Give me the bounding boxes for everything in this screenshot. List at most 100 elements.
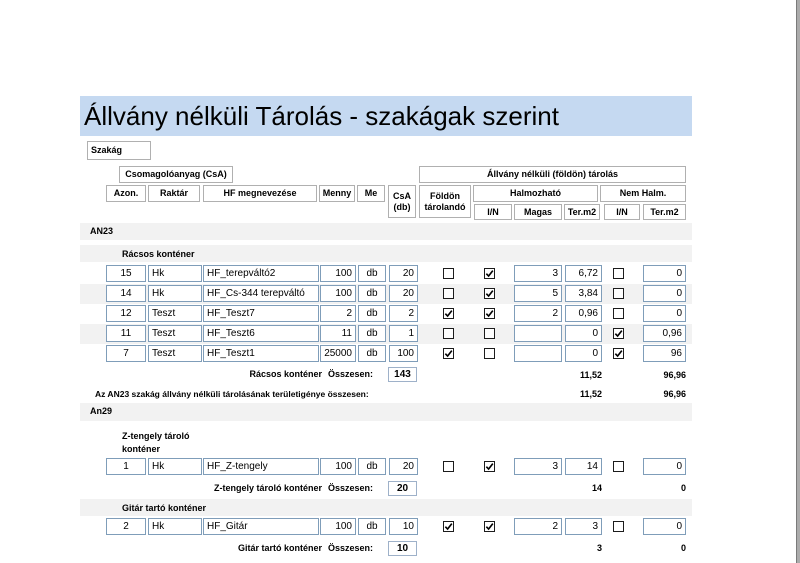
subtotal-ter2-gitar: 0: [680, 543, 686, 553]
subgroup-name-ztengely-line1: Z-tengely tároló: [122, 431, 190, 441]
field-raktar[interactable]: Teszt: [148, 325, 202, 342]
checkbox-nem[interactable]: [613, 348, 624, 359]
field-hf[interactable]: HF_Gitár: [203, 518, 319, 535]
checkbox-nem[interactable]: [613, 328, 624, 339]
field-ter2[interactable]: 0: [643, 265, 686, 282]
field-hf[interactable]: HF_terepváltó2: [203, 265, 319, 282]
field-magas[interactable]: 2: [514, 518, 562, 535]
checkbox-halm[interactable]: [484, 268, 495, 279]
col-ter-m2-nem: Ter.m2: [643, 204, 686, 220]
field-me[interactable]: db: [358, 265, 386, 282]
subgroup-name-gitar: Gitár tartó konténer: [122, 503, 207, 513]
field-azon[interactable]: 2: [106, 518, 146, 535]
field-ter1[interactable]: 3,84: [565, 285, 602, 302]
checkbox-halm[interactable]: [484, 461, 495, 472]
field-raktar[interactable]: Teszt: [148, 305, 202, 322]
checkbox-foldon[interactable]: [443, 308, 454, 319]
field-ter2[interactable]: 0: [643, 458, 686, 475]
field-menny[interactable]: 11: [320, 325, 356, 342]
col-halmozhato: Halmozható: [473, 185, 598, 202]
field-magas[interactable]: 2: [514, 305, 562, 322]
checkbox-halm[interactable]: [484, 521, 495, 532]
field-hf[interactable]: HF_Z-tengely: [203, 458, 319, 475]
field-ter2[interactable]: 0: [643, 285, 686, 302]
field-ter1[interactable]: 3: [565, 518, 602, 535]
field-raktar[interactable]: Hk: [148, 518, 202, 535]
field-csa[interactable]: 20: [389, 458, 418, 475]
group-name-an29: An29: [90, 406, 113, 416]
osszesen-label-ztengely: Összesen:: [328, 483, 374, 493]
checkbox-nem[interactable]: [613, 268, 624, 279]
checkbox-foldon[interactable]: [443, 348, 454, 359]
field-azon[interactable]: 7: [106, 345, 146, 362]
col-csa-db-line2: (db): [393, 201, 411, 212]
field-menny[interactable]: 100: [320, 458, 356, 475]
col-hf-megnevezese: HF megnevezése: [203, 185, 317, 202]
subtotal-label-ztengely: Z-tengely tároló konténer: [213, 483, 322, 493]
field-menny[interactable]: 25000: [320, 345, 356, 362]
field-me[interactable]: db: [358, 345, 386, 362]
field-magas[interactable]: [514, 345, 562, 362]
checkbox-halm[interactable]: [484, 348, 495, 359]
field-azon[interactable]: 1: [106, 458, 146, 475]
field-azon[interactable]: 11: [106, 325, 146, 342]
field-hf[interactable]: HF_Teszt6: [203, 325, 319, 342]
checkbox-halm[interactable]: [484, 328, 495, 339]
checkbox-nem[interactable]: [613, 521, 624, 532]
col-foldon-line1: Földön: [430, 190, 460, 201]
field-csa[interactable]: 20: [389, 285, 418, 302]
group-total-label-an23: Az AN23 szakág állvány nélküli tárolásán…: [95, 389, 369, 399]
checkbox-foldon[interactable]: [443, 268, 454, 279]
field-ter1[interactable]: 0,96: [565, 305, 602, 322]
field-csa[interactable]: 10: [389, 518, 418, 535]
field-magas[interactable]: 3: [514, 458, 562, 475]
field-hf[interactable]: HF_Cs-344 terepváltó: [203, 285, 319, 302]
field-me[interactable]: db: [358, 305, 386, 322]
field-csa[interactable]: 1: [389, 325, 418, 342]
field-csa[interactable]: 100: [389, 345, 418, 362]
checkbox-nem[interactable]: [613, 461, 624, 472]
field-ter2[interactable]: 96: [643, 345, 686, 362]
field-azon[interactable]: 12: [106, 305, 146, 322]
field-menny[interactable]: 100: [320, 518, 356, 535]
field-hf[interactable]: HF_Teszt7: [203, 305, 319, 322]
field-azon[interactable]: 14: [106, 285, 146, 302]
group-total-ter2-an23: 96,96: [663, 389, 686, 399]
field-ter1[interactable]: 0: [565, 345, 602, 362]
field-raktar[interactable]: Teszt: [148, 345, 202, 362]
checkbox-halm[interactable]: [484, 288, 495, 299]
field-me[interactable]: db: [358, 458, 386, 475]
field-menny[interactable]: 100: [320, 285, 356, 302]
field-raktar[interactable]: Hk: [148, 265, 202, 282]
checkbox-nem[interactable]: [613, 288, 624, 299]
field-csa[interactable]: 20: [389, 265, 418, 282]
field-hf[interactable]: HF_Teszt1: [203, 345, 319, 362]
checkbox-nem[interactable]: [613, 308, 624, 319]
check-mark-icon: [485, 270, 494, 278]
field-me[interactable]: db: [358, 285, 386, 302]
field-azon[interactable]: 15: [106, 265, 146, 282]
col-csa-db: CsA (db): [388, 185, 416, 218]
field-me[interactable]: db: [358, 518, 386, 535]
field-ter1[interactable]: 0: [565, 325, 602, 342]
field-menny[interactable]: 2: [320, 305, 356, 322]
checkbox-foldon[interactable]: [443, 521, 454, 532]
field-me[interactable]: db: [358, 325, 386, 342]
checkbox-foldon[interactable]: [443, 328, 454, 339]
field-ter1[interactable]: 14: [565, 458, 602, 475]
field-raktar[interactable]: Hk: [148, 285, 202, 302]
field-magas[interactable]: 3: [514, 265, 562, 282]
field-ter2[interactable]: 0,96: [643, 325, 686, 342]
checkbox-foldon[interactable]: [443, 461, 454, 472]
field-menny[interactable]: 100: [320, 265, 356, 282]
field-ter1[interactable]: 6,72: [565, 265, 602, 282]
checkbox-halm[interactable]: [484, 308, 495, 319]
checkbox-foldon[interactable]: [443, 288, 454, 299]
field-csa[interactable]: 2: [389, 305, 418, 322]
field-magas[interactable]: 5: [514, 285, 562, 302]
field-ter2[interactable]: 0: [643, 305, 686, 322]
field-magas[interactable]: [514, 325, 562, 342]
field-raktar[interactable]: Hk: [148, 458, 202, 475]
group-band-an29: [80, 403, 692, 421]
field-ter2[interactable]: 0: [643, 518, 686, 535]
